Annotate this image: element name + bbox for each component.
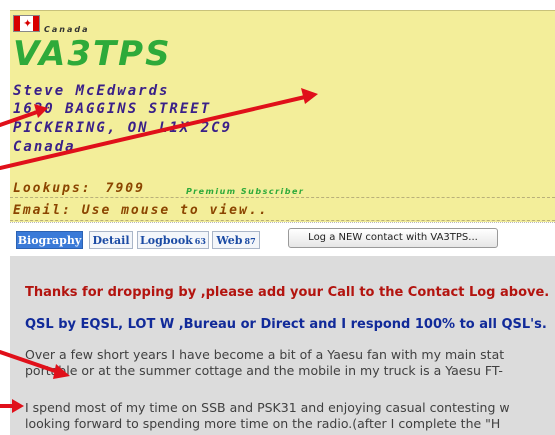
divider [10,220,555,221]
tab-biography[interactable]: Biography [16,231,83,249]
tab-detail[interactable]: Detail [89,231,133,249]
bio-line: Over a few short years I have become a b… [25,347,505,362]
callsign-title: VA3TPS [13,34,172,74]
bio-line: I spend most of my time on SSB and PSK31… [25,400,510,415]
address-street: 1630 BAGGINS STREET [13,101,212,117]
bio-line: Thanks for dropping by ,please add your … [25,285,550,300]
lookups-count: 7909 [105,181,145,196]
bio-line: portable or at the summer cottage and th… [25,363,503,378]
divider [10,197,555,198]
operator-name: Steve McEdwards [13,83,170,99]
tab-logbook[interactable]: Logbook 63 [137,231,209,249]
country-small-label: Canada [44,25,90,34]
lookups-counter: Lookups: 7909 [13,181,145,196]
tab-label: Web [216,234,243,247]
tab-label: Detail [92,234,130,247]
log-contact-button[interactable]: Log a NEW contact with VA3TPS... [288,228,498,248]
tab-count: 63 [194,236,206,246]
tab-count: 87 [244,236,256,246]
email-field[interactable]: Email: Use mouse to view.. [13,203,269,218]
lookups-label: Lookups: [13,181,92,196]
tab-label: Logbook [140,234,193,247]
tab-label: Biography [17,234,82,247]
address-country: Canada [13,139,76,155]
bio-line: looking forward to spending more time on… [25,416,501,431]
premium-badge: Premium Subscriber [186,187,305,196]
bio-line: QSL by EQSL, LOT W ,Bureau or Direct and… [25,317,547,332]
address-city: PICKERING, ON L1X 2C9 [13,120,233,136]
tab-web[interactable]: Web 87 [212,231,260,249]
canada-flag-icon: ✦ [13,15,40,32]
